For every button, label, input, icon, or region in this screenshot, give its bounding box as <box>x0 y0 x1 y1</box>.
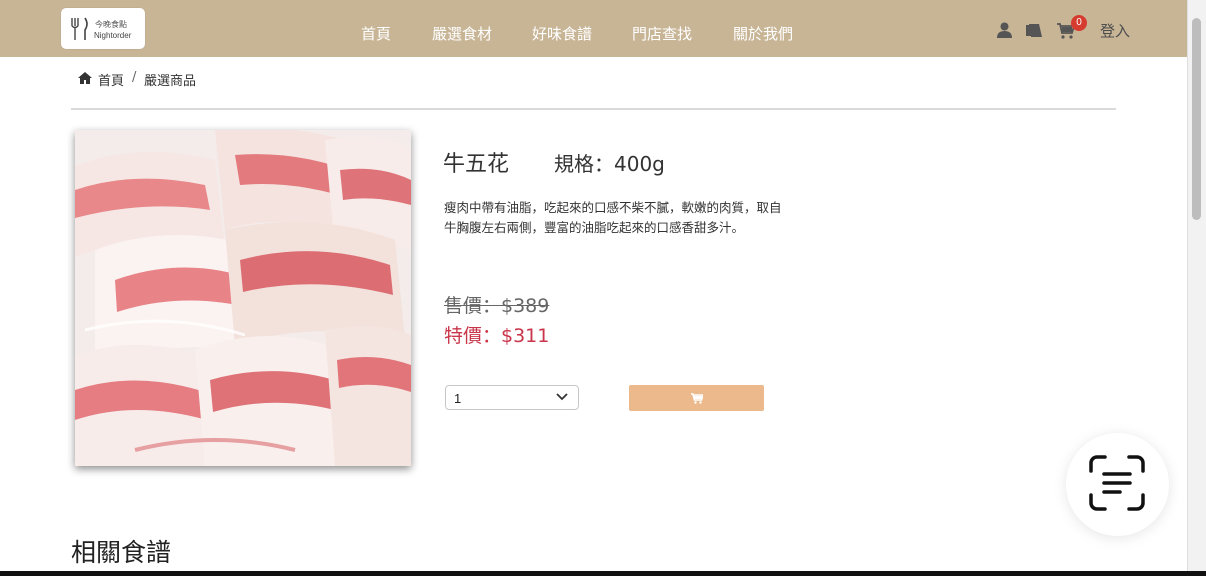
book-icon[interactable] <box>1026 23 1043 38</box>
user-icon[interactable] <box>997 22 1012 38</box>
page-scrollbar[interactable] <box>1187 0 1206 576</box>
window-bottom-edge <box>0 571 1206 576</box>
logo-text-en: Nightorder <box>94 31 132 40</box>
brand-logo[interactable]: 今晚食點 Nightorder <box>61 8 145 49</box>
original-price: 售價：$389 <box>444 295 550 317</box>
scan-text-icon <box>1089 455 1145 511</box>
related-recipes-heading: 相關食譜 <box>71 538 172 567</box>
add-to-cart-button[interactable] <box>629 385 764 411</box>
content-divider <box>71 108 1116 110</box>
nav-link-stores[interactable]: 門店查找 <box>632 23 692 44</box>
breadcrumb-separator: / <box>132 70 137 85</box>
breadcrumb-current: 嚴選商品 <box>144 74 197 89</box>
logo-text-cn: 今晚食點 <box>95 20 127 29</box>
chevron-down-icon <box>556 393 568 401</box>
cutlery-icon <box>71 17 88 40</box>
cart-icon <box>691 393 703 404</box>
nav-link-recipes[interactable]: 好味食譜 <box>532 23 592 44</box>
product-description: 瘦肉中帶有油脂，吃起來的口感不柴不膩，軟嫩的肉質，取自牛胸腹左右兩側，豐富的油脂… <box>444 200 782 235</box>
product-image <box>75 130 411 466</box>
product-spec: 規格：400g <box>554 152 665 176</box>
nav-link-home[interactable]: 首頁 <box>361 23 391 44</box>
scrollbar-thumb[interactable] <box>1192 18 1201 220</box>
cart-count-badge: 0 <box>1071 15 1087 31</box>
home-icon[interactable] <box>78 72 92 84</box>
login-link[interactable]: 登入 <box>1100 20 1130 41</box>
breadcrumb-home[interactable]: 首頁 <box>98 70 124 89</box>
quantity-select[interactable]: 1 <box>445 385 579 410</box>
scan-text-button[interactable] <box>1066 433 1169 536</box>
top-navbar: 今晚食點 Nightorder 首頁 嚴選食材 好味食譜 門店查找 關於我們 0… <box>0 0 1187 57</box>
product-name: 牛五花 <box>443 152 510 177</box>
nav-link-ingredients[interactable]: 嚴選食材 <box>432 23 492 44</box>
nav-link-about[interactable]: 關於我們 <box>733 23 793 44</box>
quantity-value: 1 <box>454 391 462 406</box>
special-price: 特價：$311 <box>444 325 550 347</box>
